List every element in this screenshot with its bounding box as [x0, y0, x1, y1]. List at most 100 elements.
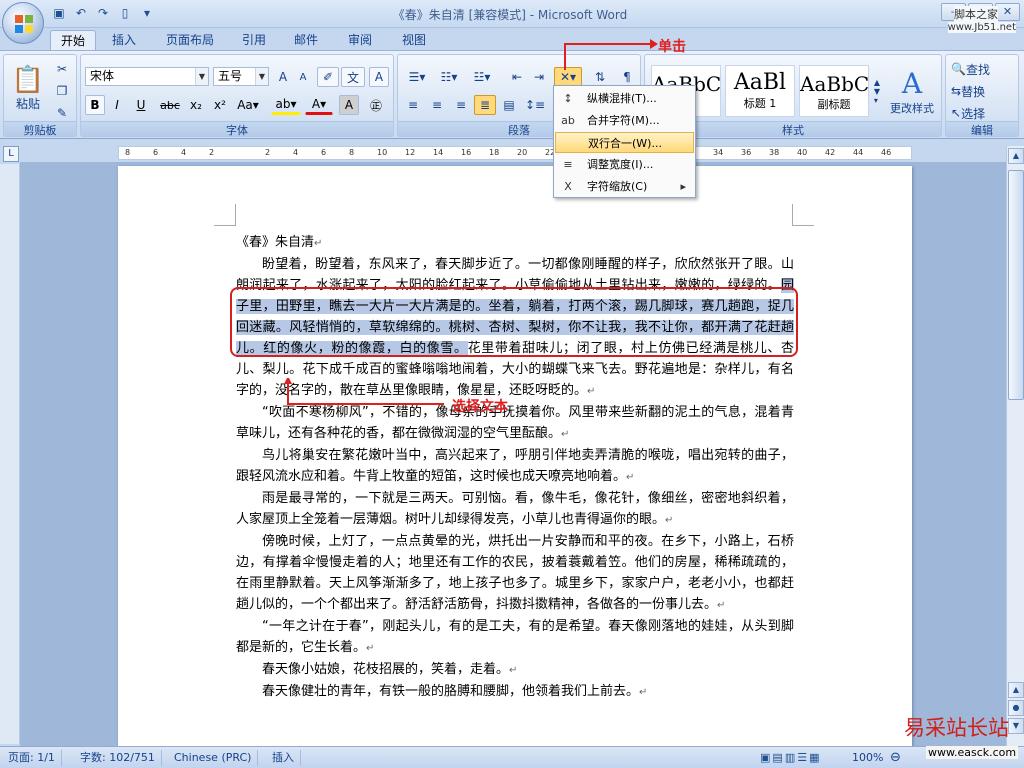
ruler-tick: 12: [405, 148, 416, 157]
word-count[interactable]: 字数: 102/751: [74, 750, 162, 766]
character-shading-icon[interactable]: A: [339, 95, 359, 115]
vertical-text-icon: ↕: [563, 92, 573, 105]
subscript-button[interactable]: x₂: [185, 95, 207, 115]
margin-corner: [214, 204, 236, 226]
increase-indent-icon[interactable]: ⇥: [528, 67, 550, 87]
scroll-thumb[interactable]: [1008, 170, 1024, 400]
highlight-color-button[interactable]: ab▾: [271, 95, 301, 115]
strikethrough-button[interactable]: abc: [157, 95, 183, 115]
ruler-tick: 34: [713, 148, 724, 157]
change-case-button[interactable]: Aa▾: [233, 95, 263, 115]
redo-icon[interactable]: ↷: [94, 4, 112, 22]
office-logo-icon: [15, 15, 33, 33]
font-name-combo[interactable]: 宋体 ▼: [85, 67, 209, 86]
multilevel-list-icon[interactable]: ☳▾: [466, 67, 498, 87]
scroll-up-button[interactable]: ▲: [1008, 682, 1024, 698]
tab-references[interactable]: 引用: [232, 30, 276, 50]
styles-scroll[interactable]: ▲ ▼ ▾: [871, 65, 883, 117]
zoom-level[interactable]: 100%: [846, 750, 889, 766]
tab-view[interactable]: 视图: [392, 30, 436, 50]
align-right-icon[interactable]: ≡: [450, 95, 472, 115]
outline-icon[interactable]: ☰: [797, 750, 807, 766]
customize-qat-icon[interactable]: ▾: [138, 4, 156, 22]
tab-review[interactable]: 审阅: [338, 30, 382, 50]
bold-button[interactable]: B: [85, 95, 105, 115]
change-styles-button[interactable]: A 更改样式: [885, 63, 939, 119]
menu-item-character-scaling[interactable]: X 字符缩放(C) ▸: [555, 176, 694, 197]
menu-item-fit-text[interactable]: ≡ 调整宽度(I)...: [555, 154, 694, 175]
clear-formatting-icon[interactable]: ✐: [317, 67, 339, 87]
change-styles-label: 更改样式: [890, 101, 934, 115]
new-document-icon[interactable]: ▯: [116, 4, 134, 22]
format-painter-icon[interactable]: ✎: [52, 103, 72, 123]
tab-home[interactable]: 开始: [50, 30, 97, 50]
tab-insert[interactable]: 插入: [102, 30, 146, 50]
ruler-tick: 10: [377, 148, 388, 157]
line-spacing-icon[interactable]: ↕≡: [522, 95, 548, 115]
browse-object-button[interactable]: ●: [1008, 700, 1024, 716]
scroll-down-button[interactable]: ▼: [1008, 718, 1024, 734]
full-screen-icon[interactable]: ▤: [772, 750, 782, 766]
style-subtitle[interactable]: AaBbC 副标题: [799, 65, 869, 117]
distributed-icon[interactable]: ▤: [498, 95, 520, 115]
tab-mailings[interactable]: 邮件: [284, 30, 328, 50]
watermark-bottom-url: www.easck.com: [926, 746, 1019, 759]
font-color-button[interactable]: A▾: [305, 95, 333, 115]
paste-button[interactable]: 📋 粘贴: [8, 59, 48, 117]
superscript-button[interactable]: x²: [209, 95, 231, 115]
chevron-down-icon[interactable]: ▼: [255, 68, 268, 85]
replace-button[interactable]: ⇆ 替换: [950, 81, 1014, 101]
vertical-ruler[interactable]: [0, 164, 20, 744]
page-count[interactable]: 页面: 1/1: [2, 750, 62, 766]
align-center-icon[interactable]: ≡: [426, 95, 448, 115]
save-icon[interactable]: ▣: [50, 4, 68, 22]
shrink-font-button[interactable]: A: [293, 67, 313, 87]
web-layout-icon[interactable]: ▥: [785, 750, 795, 766]
draft-icon[interactable]: ▦: [809, 750, 819, 766]
ruler-tick: 4: [181, 148, 187, 157]
cut-icon[interactable]: ✂: [52, 59, 72, 79]
ruler-tick: 2: [265, 148, 271, 157]
tab-page-layout[interactable]: 页面布局: [156, 30, 224, 50]
ruler-tick: 14: [433, 148, 444, 157]
paragraph-text: 春天像小姑娘，花枝招展的，笑着，走着。: [262, 662, 510, 677]
copy-icon[interactable]: ❐: [52, 81, 72, 101]
scroll-up-button[interactable]: ▲: [1008, 148, 1024, 164]
paragraph-text: “一年之计在于春”，刚起头儿，有的是工夫，有的是希望。春天像刚落地的娃娃，从头到…: [236, 619, 794, 655]
find-button[interactable]: 🔍 查找: [950, 59, 1014, 79]
insert-mode[interactable]: 插入: [266, 750, 301, 766]
italic-button[interactable]: I: [107, 95, 127, 115]
grow-font-button[interactable]: A: [273, 67, 293, 87]
style-heading-1[interactable]: AaBl 标题 1: [725, 65, 795, 117]
menu-item-two-lines-in-one[interactable]: 双行合一(W)...: [555, 132, 694, 153]
office-button[interactable]: [2, 2, 44, 44]
zoom-out-icon[interactable]: ⊖: [884, 750, 907, 766]
select-button[interactable]: ↖ 选择: [950, 103, 1014, 123]
clipboard-icon: 📋: [11, 64, 45, 95]
character-border-icon[interactable]: A: [369, 67, 389, 87]
font-size-value: 五号: [218, 69, 243, 83]
align-left-icon[interactable]: ≡: [402, 95, 424, 115]
phonetic-guide-icon[interactable]: 文: [341, 67, 365, 87]
paragraph: 春天像健壮的青年，有铁一般的胳膊和腰脚，他领着我们上前去。↵: [262, 684, 648, 699]
tab-selector[interactable]: L: [3, 146, 19, 162]
justify-icon[interactable]: ≣: [474, 95, 496, 115]
chevron-down-icon[interactable]: ▼: [195, 68, 208, 85]
language-indicator[interactable]: Chinese (PRC): [168, 750, 259, 766]
title-bar: ▣ ↶ ↷ ▯ ▾ 《春》朱自清 [兼容模式] - Microsoft Word…: [0, 0, 1024, 28]
close-button[interactable]: ✕: [995, 3, 1020, 21]
numbering-icon[interactable]: ☷▾: [434, 67, 464, 87]
menu-item-combine-characters[interactable]: ab 合并字符(M)...: [555, 110, 694, 131]
vertical-scrollbar[interactable]: ▲ ▲ ● ▼: [1006, 146, 1024, 746]
underline-button[interactable]: U: [129, 95, 153, 115]
horizontal-ruler[interactable]: 8642246810121416182022242628303234363840…: [118, 146, 912, 160]
menu-item-vertical-in-horizontal[interactable]: ↕ 纵横混排(T)...: [555, 88, 694, 109]
undo-icon[interactable]: ↶: [72, 4, 90, 22]
font-size-combo[interactable]: 五号 ▼: [213, 67, 269, 86]
menu-item-label: 调整宽度(I)...: [587, 158, 654, 171]
decrease-indent-icon[interactable]: ⇤: [506, 67, 528, 87]
print-layout-icon[interactable]: ▣: [760, 750, 770, 766]
bullets-icon[interactable]: ☰▾: [402, 67, 432, 87]
enclose-characters-icon[interactable]: ㊣: [365, 95, 387, 115]
status-bar: 页面: 1/1 字数: 102/751 Chinese (PRC) 插入 ▣ ▤ ▥…: [0, 746, 1024, 768]
